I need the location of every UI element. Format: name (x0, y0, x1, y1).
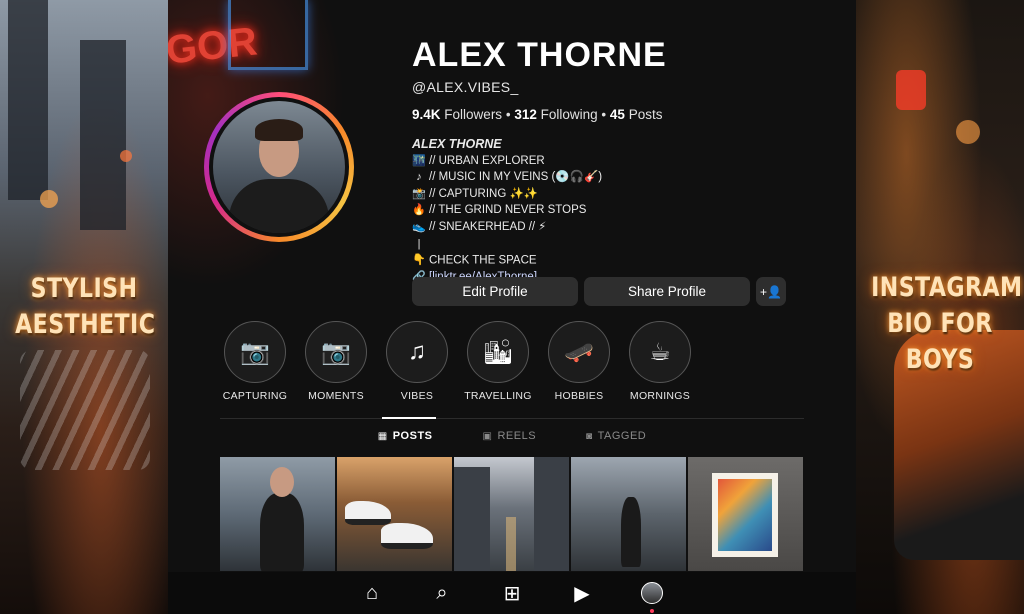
cityscape-icon: 🏙 (482, 338, 514, 366)
active-tab-indicator (382, 417, 436, 419)
post-thumbnail[interactable] (220, 457, 335, 571)
left-background-panel: STYLISH AESTHETIC (0, 0, 168, 614)
profile-tab[interactable] (639, 580, 665, 613)
tab-tagged[interactable]: ◙ TAGGED (586, 430, 646, 442)
following-count[interactable]: 312 Following (514, 107, 597, 122)
tagged-icon: ◙ (586, 430, 593, 442)
followers-count[interactable]: 9.4K Followers (412, 107, 502, 122)
highlight-capturing[interactable]: 📷 CAPTURING (223, 321, 287, 402)
right-background-panel: INSTAGRAM BIO FOR BOYS (856, 0, 1024, 614)
profile-name: ALEX THORNE (412, 36, 667, 74)
post-thumbnail[interactable] (454, 457, 569, 571)
avatar-photo (213, 101, 345, 233)
highlight-mornings[interactable]: ☕ MORNINGS (629, 321, 691, 402)
city-icon: 🌃 (412, 154, 426, 167)
add-user-icon[interactable]: +👤 (756, 277, 786, 306)
reels-icon: ▣ (482, 430, 493, 442)
bio-line: ♪// MUSIC IN MY VEINS (💿🎧🎸) (412, 169, 832, 186)
post-thumbnail[interactable] (571, 457, 686, 571)
bio-line: 🔥// THE GRIND NEVER STOPS (412, 202, 832, 219)
story-highlights: 📷 CAPTURING 📷 MOMENTS ♫ VIBES 🏙 TRAVELLI… (223, 321, 691, 402)
profile-avatar[interactable] (204, 92, 374, 242)
neon-frame (228, 0, 308, 70)
camera-icon: 📷 (321, 338, 351, 366)
traffic-light (896, 70, 926, 110)
reels-icon[interactable]: ▶ (569, 580, 595, 606)
bokeh-light (956, 120, 980, 144)
left-caption: STYLISH AESTHETIC (15, 273, 156, 340)
bio-line: 👟// SNEAKERHEAD // ⚡ (412, 219, 832, 236)
profile-avatar-icon (641, 582, 663, 613)
right-caption: INSTAGRAM BIO FOR BOYS (871, 272, 1023, 375)
notification-dot (650, 609, 654, 613)
highlight-vibes[interactable]: ♫ VIBES (386, 321, 448, 402)
content-tabs: ▦ POSTS ▣ REELS ◙ TAGGED (220, 430, 804, 442)
post-thumbnail[interactable] (688, 457, 803, 571)
post-thumbnail[interactable] (337, 457, 452, 571)
building-silhouette (8, 0, 48, 200)
highlight-moments[interactable]: 📷 MOMENTS (305, 321, 367, 402)
bio-line: 🌃// URBAN EXPLORER (412, 153, 832, 170)
music-note-icon: ♫ (408, 338, 426, 365)
highlight-travelling[interactable]: 🏙 TRAVELLING (464, 321, 531, 402)
profile-actions: Edit Profile Share Profile +👤 (412, 277, 786, 306)
profile-bio: ALEX THORNE 🌃// URBAN EXPLORER ♪// MUSIC… (412, 136, 832, 285)
music-note-icon: ♪ (416, 171, 422, 184)
graffiti-wall (20, 350, 150, 470)
posts-grid (220, 457, 803, 571)
bio-title: ALEX THORNE (412, 137, 502, 151)
profile-handle: @ALEX.VIBES_ (412, 79, 519, 95)
posts-count: 45 Posts (609, 107, 663, 122)
skateboard-icon: 🛹 (564, 338, 594, 366)
bottom-navigation: ⌂ ⌕ ⊞ ▶ (168, 572, 856, 614)
camera-icon: 📷 (240, 338, 270, 366)
camera-icon: 📸 (412, 187, 426, 200)
search-icon[interactable]: ⌕ (429, 580, 455, 606)
sneaker-icon: 👟 (412, 220, 426, 233)
home-icon[interactable]: ⌂ (359, 580, 385, 606)
profile-info: ALEX THORNE @ALEX.VIBES_ 9.4K Followers … (412, 36, 832, 285)
create-post-icon[interactable]: ⊞ (499, 580, 525, 606)
profile-screen: GOR ALEX THORNE @ALEX.VIBES_ 9.4K Follow… (168, 0, 856, 614)
pointing-down-icon: |👇 (412, 237, 426, 267)
bio-line: |👇 CHECK THE SPACE (412, 236, 832, 269)
profile-stats: 9.4K Followers • 312 Following • 45 Post… (412, 107, 663, 122)
tab-posts[interactable]: ▦ POSTS (378, 430, 433, 442)
highlight-hobbies[interactable]: 🛹 HOBBIES (548, 321, 610, 402)
tabs-divider (220, 418, 804, 419)
bokeh-light (120, 150, 132, 162)
bio-line: 📸// CAPTURING ✨✨ (412, 186, 832, 203)
bokeh-light (40, 190, 58, 208)
share-profile-button[interactable]: Share Profile (584, 277, 750, 306)
tab-reels[interactable]: ▣ REELS (483, 430, 537, 442)
fire-icon: 🔥 (412, 204, 426, 217)
grid-icon: ▦ (377, 430, 388, 442)
building-silhouette (80, 40, 126, 230)
coffee-cup-icon: ☕ (649, 338, 671, 366)
edit-profile-button[interactable]: Edit Profile (412, 277, 578, 306)
